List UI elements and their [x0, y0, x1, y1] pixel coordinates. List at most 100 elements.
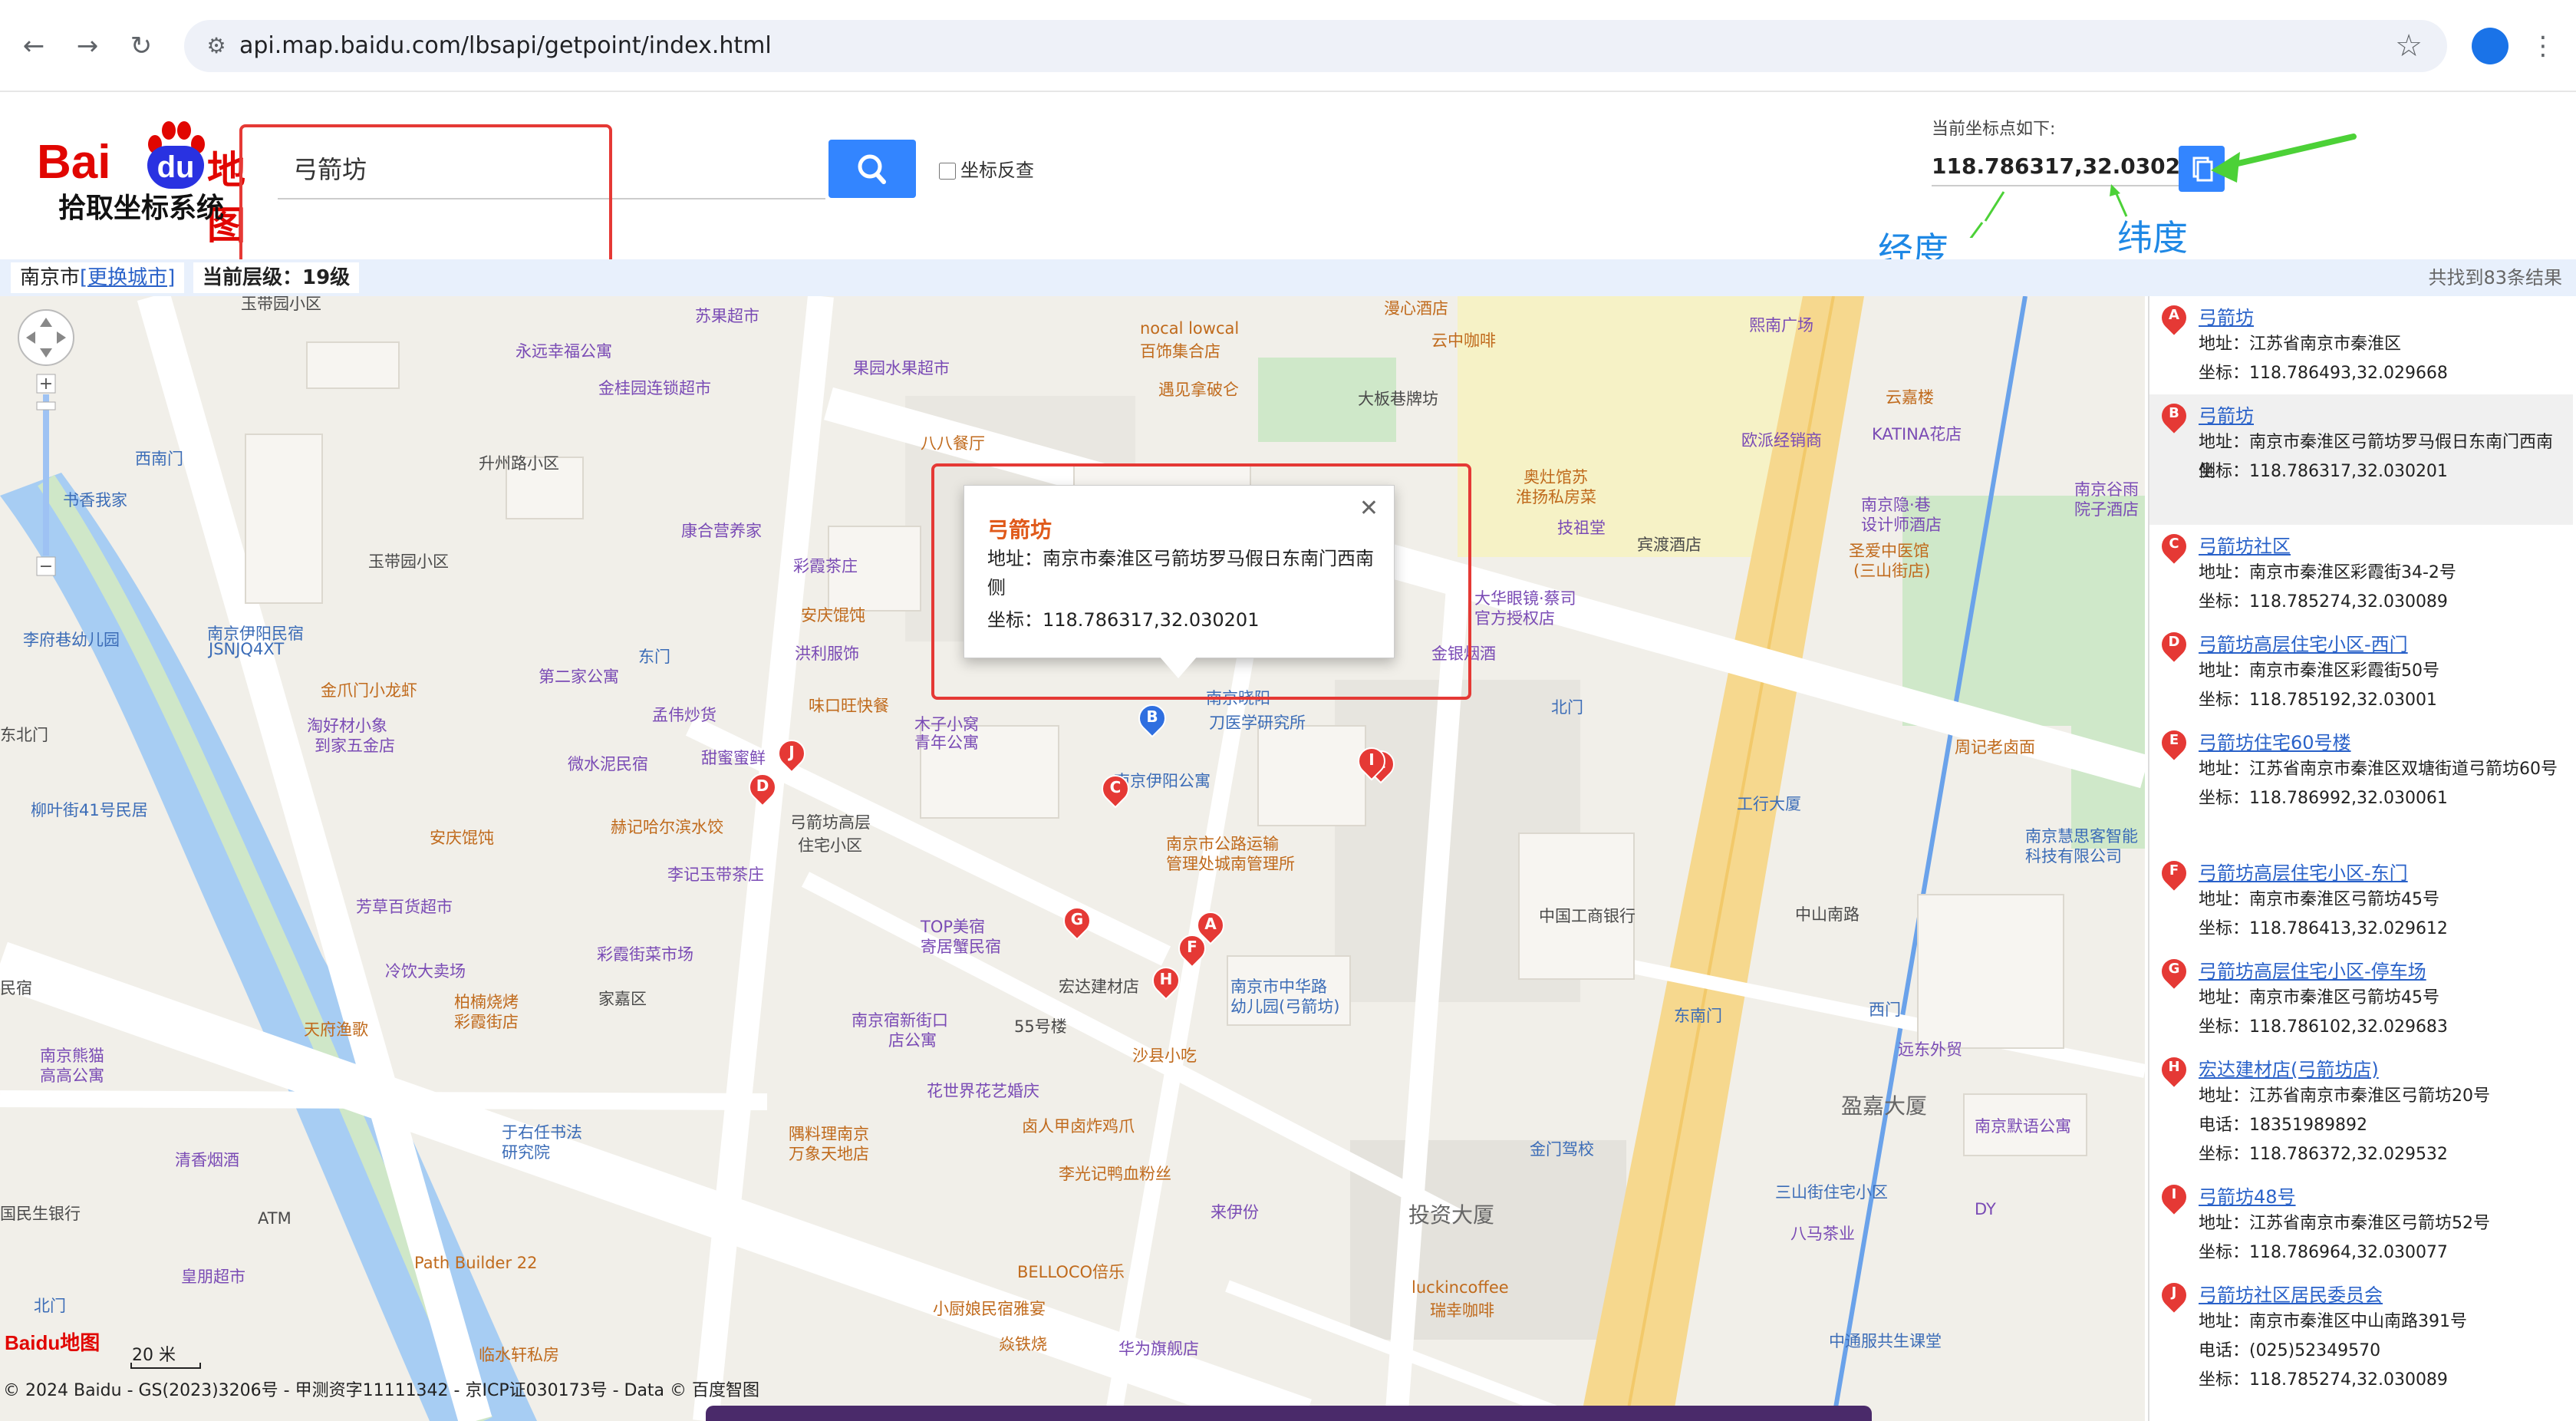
map-poi-label[interactable]: 彩霞街店 — [454, 1010, 519, 1033]
map-poi-label[interactable]: 花世界花艺婚庆 — [927, 1079, 1039, 1102]
map-poi-label[interactable]: 果园水果超市 — [853, 356, 950, 379]
map-poi-label[interactable]: 甜蜜蜜鲜 — [701, 746, 766, 769]
map-poi-label[interactable]: 宏达建材店 — [1059, 974, 1139, 997]
map-poi-label[interactable]: 家嘉区 — [598, 987, 647, 1010]
result-name-link[interactable]: 弓箭坊高层住宅小区-东门 — [2199, 858, 2408, 885]
map-poi-label[interactable]: 彩霞茶庄 — [793, 554, 858, 577]
map-pin-c[interactable]: C — [1095, 769, 1135, 809]
map-poi-label[interactable]: 熙南广场 — [1749, 313, 1813, 336]
map-poi-label[interactable]: 临水轩私房 — [479, 1343, 559, 1366]
map-poi-label[interactable]: 弓箭坊高层 — [790, 810, 871, 833]
map-poi-label[interactable]: 技祖堂 — [1557, 516, 1606, 539]
map-poi-label[interactable]: 北门 — [1551, 695, 1583, 718]
result-name-link[interactable]: 弓箭坊高层住宅小区-西门 — [2199, 629, 2408, 656]
result-name-link[interactable]: 弓箭坊社区居民委员会 — [2199, 1280, 2383, 1307]
change-city-link[interactable]: [更换城市] — [80, 266, 175, 289]
reverse-lookup-checkbox[interactable] — [939, 163, 956, 180]
map-poi-label[interactable]: Path Builder 22 — [414, 1254, 537, 1272]
zoom-control[interactable]: + − — [15, 307, 77, 598]
profile-avatar-icon[interactable] — [2472, 28, 2508, 64]
map-pin-j[interactable]: J — [772, 734, 812, 773]
map-poi-label[interactable]: 中山南路 — [1795, 902, 1860, 925]
map-poi-label[interactable]: luckincoffee — [1412, 1278, 1509, 1297]
map-poi-label[interactable]: 天府渔歌 — [304, 1017, 368, 1040]
map-poi-label[interactable]: 赫记哈尔滨水饺 — [611, 815, 723, 838]
map-poi-label[interactable]: 彩霞街菜市场 — [597, 942, 693, 965]
map-pin-h[interactable]: H — [1146, 961, 1186, 1001]
map-poi-label[interactable]: 漫心酒店 — [1384, 296, 1448, 319]
map-poi-label[interactable]: 东南门 — [1674, 1004, 1722, 1027]
map-poi-label[interactable]: 皇朋超市 — [181, 1264, 245, 1287]
map-poi-label[interactable]: 八马茶业 — [1790, 1222, 1855, 1245]
result-item[interactable]: H 宏达建材店(弓箭坊店) 地址：江苏省南京市秦淮区弓箭坊20号 电话：1835198… — [2149, 1048, 2573, 1175]
map-poi-label[interactable]: 柳叶街41号民居 — [31, 798, 148, 821]
map-poi-label[interactable]: 沙县小吃 — [1132, 1043, 1197, 1067]
map-poi-label[interactable]: 民宿 — [0, 976, 32, 999]
map-poi-label[interactable]: 南京默语公寓 — [1975, 1114, 2071, 1137]
result-item[interactable]: E 弓箭坊住宅60号楼 地址：江苏省南京市秦淮区双塘街道弓箭坊60号 坐标：118.7… — [2149, 721, 2573, 852]
back-arrow-icon[interactable]: ← — [12, 25, 55, 68]
map-pin-i[interactable]: I — [1352, 741, 1392, 781]
result-name-link[interactable]: 弓箭坊 — [2199, 401, 2254, 427]
map-poi-label[interactable]: 西门 — [1869, 997, 1901, 1020]
map-poi-label[interactable]: 北门 — [34, 1294, 66, 1317]
map-poi-label[interactable]: 卤人甲卤炸鸡爪 — [1022, 1114, 1135, 1137]
map-poi-label[interactable]: 味口旺快餐 — [809, 694, 889, 717]
map-poi-label[interactable]: 中通服共生课堂 — [1829, 1329, 1942, 1352]
map-poi-label[interactable]: 中国工商银行 — [1539, 904, 1636, 927]
map-poi-label[interactable]: 第二家公寓 — [539, 664, 619, 687]
result-item[interactable]: J 弓箭坊社区居民委员会 地址：南京市秦淮区中山南路391号 电话：(025)5234… — [2149, 1274, 2573, 1401]
map-poi-label[interactable]: 投资大厦 — [1408, 1198, 1494, 1229]
map-poi-label[interactable]: 瑞幸咖啡 — [1430, 1298, 1494, 1321]
map-poi-label[interactable]: 工行大厦 — [1737, 792, 1801, 815]
map-pin-g[interactable]: G — [1057, 901, 1097, 941]
map-poi-label[interactable]: 周记老卤面 — [1955, 735, 2035, 758]
map-poi-label[interactable]: 青年公寓 — [914, 730, 979, 753]
map-poi-label[interactable]: 康合营养家 — [681, 519, 762, 542]
map-poi-label[interactable]: 欧派经销商 — [1741, 428, 1822, 451]
result-item[interactable]: G 弓箭坊高层住宅小区-停车场 地址：南京市秦淮区弓箭坊45号 坐标：118.7861… — [2149, 950, 2573, 1048]
map-poi-label[interactable]: 焱铁烧 — [999, 1332, 1047, 1355]
map-poi-label[interactable]: 幼儿园(弓箭坊) — [1230, 994, 1339, 1017]
site-info-icon[interactable]: ⚙ — [195, 25, 238, 68]
result-name-link[interactable]: 弓箭坊社区 — [2199, 531, 2291, 558]
map-poi-label[interactable]: 永远幸福公寓 — [516, 339, 612, 362]
map-poi-label[interactable]: 小厨娘民宿雅宴 — [933, 1297, 1046, 1320]
map-poi-label[interactable]: JSNJQ4XT — [209, 640, 284, 658]
map-poi-label[interactable]: 院子酒店 — [2074, 497, 2139, 520]
map-poi-label[interactable]: 李光记鸭血粉丝 — [1059, 1162, 1171, 1185]
map-poi-label[interactable]: BELLOCO倍乐 — [1017, 1260, 1125, 1283]
map-poi-label[interactable]: nocal lowcal — [1140, 319, 1239, 338]
map-pin-f[interactable]: F — [1172, 928, 1212, 968]
map-poi-label[interactable]: 国民生银行 — [0, 1202, 81, 1225]
map-poi-label[interactable]: 大板巷牌坊 — [1358, 387, 1438, 410]
map-poi-label[interactable]: 高高公寓 — [40, 1063, 104, 1086]
map-poi-label[interactable]: 万象天地店 — [789, 1142, 869, 1165]
result-item[interactable]: F 弓箭坊高层住宅小区-东门 地址：南京市秦淮区弓箭坊45号 坐标：118.78641… — [2149, 852, 2573, 950]
map-poi-label[interactable]: 李记玉带茶庄 — [667, 862, 764, 885]
map-poi-label[interactable]: 升州路小区 — [479, 451, 559, 474]
map-poi-label[interactable]: 八八餐厅 — [921, 431, 985, 454]
map-poi-label[interactable]: 官方授权店 — [1474, 606, 1555, 629]
result-item[interactable]: D 弓箭坊高层住宅小区-西门 地址：南京市秦淮区彩霞街50号 坐标：118.78519… — [2149, 623, 2573, 721]
map-poi-label[interactable]: 宾渡酒店 — [1637, 532, 1701, 556]
map-poi-label[interactable]: 云中咖啡 — [1431, 328, 1496, 351]
map-poi-label[interactable]: 来伊份 — [1211, 1200, 1259, 1223]
reload-icon[interactable]: ↻ — [120, 25, 163, 68]
map-poi-label[interactable]: 云嘉楼 — [1886, 385, 1934, 408]
map-poi-label[interactable]: 微水泥民宿 — [568, 752, 648, 775]
map-poi-label[interactable]: 寄居蟹民宿 — [921, 935, 1001, 958]
map-poi-label[interactable]: DY — [1975, 1200, 1996, 1218]
map-poi-label[interactable]: 洪利服饰 — [795, 641, 859, 664]
map-poi-label[interactable]: 住宅小区 — [798, 833, 862, 856]
map-poi-label[interactable]: 远东外贸 — [1898, 1037, 1962, 1060]
map-poi-label[interactable]: 安庆馄饨 — [801, 603, 865, 626]
map-poi-label[interactable]: 遇见拿破仑 — [1158, 378, 1239, 401]
map-poi-label[interactable]: ATM — [258, 1209, 292, 1228]
map-poi-label[interactable]: 淮扬私房菜 — [1516, 485, 1596, 508]
map-poi-label[interactable]: 盈嘉大厦 — [1841, 1090, 1927, 1120]
result-name-link[interactable]: 宏达建材店(弓箭坊店) — [2199, 1054, 2379, 1081]
result-name-link[interactable]: 弓箭坊48号 — [2199, 1182, 2296, 1208]
map-poi-label[interactable]: 玉带园小区 — [368, 549, 449, 572]
result-name-link[interactable]: 弓箭坊高层住宅小区-停车场 — [2199, 956, 2426, 983]
